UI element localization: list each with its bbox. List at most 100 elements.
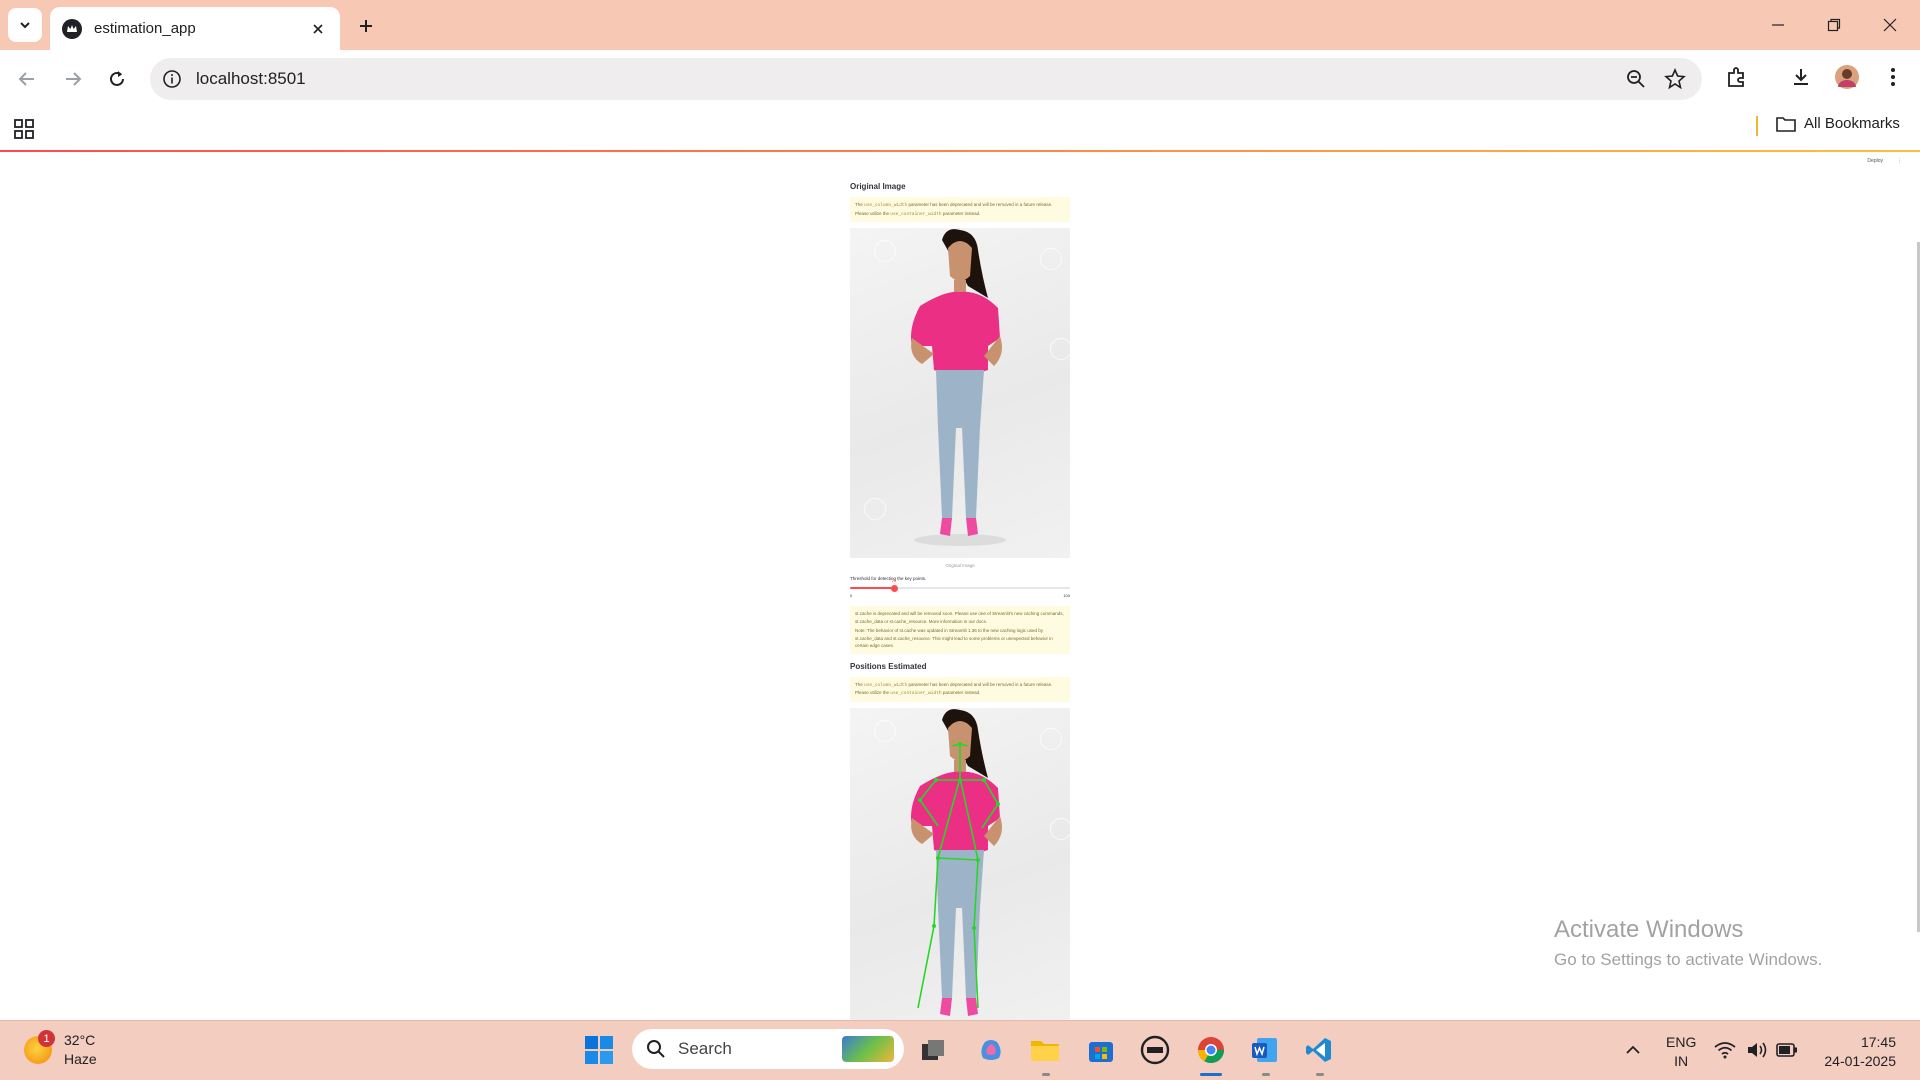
forward-button[interactable] <box>56 62 90 96</box>
reload-icon <box>110 71 124 86</box>
language-code: ENG <box>1666 1034 1697 1050</box>
tab-title: estimation_app <box>94 20 196 37</box>
profile-avatar[interactable] <box>1832 62 1862 92</box>
plus-icon <box>360 20 372 32</box>
search-highlight-image <box>842 1036 894 1062</box>
original-image-heading: Original Image <box>850 182 906 191</box>
battery-button[interactable] <box>1768 1031 1806 1069</box>
threshold-slider[interactable]: 20 <box>850 578 1070 593</box>
active-tab[interactable]: estimation_app <box>50 7 340 50</box>
vscode-button[interactable] <box>1300 1031 1338 1069</box>
windows-start-icon[interactable] <box>584 1035 614 1065</box>
avatar-icon <box>1835 65 1859 89</box>
show-hidden-icons-button[interactable] <box>1614 1031 1652 1069</box>
minimize-icon <box>1772 24 1784 26</box>
chevron-down-icon <box>20 22 30 29</box>
streamlit-header: Deploy ⋮ <box>1867 158 1902 164</box>
main-block: Original Image The use_column_width para… <box>850 152 1070 1020</box>
word-button[interactable] <box>1246 1031 1284 1069</box>
downloads-button[interactable] <box>1786 62 1816 92</box>
clock-time: 17:45 <box>1860 1034 1896 1050</box>
slider-min-label: 0 <box>850 593 853 598</box>
copilot-button[interactable] <box>972 1031 1010 1069</box>
dell-button[interactable] <box>1136 1031 1174 1069</box>
slider-thumb[interactable] <box>890 584 898 592</box>
clock-date: 24-01-2025 <box>1824 1053 1896 1069</box>
address-bar[interactable]: localhost:8501 <box>150 58 1702 100</box>
warning-2-code-2: use_container_width <box>890 691 942 696</box>
windows-taskbar: 1 32°C Haze Search ENG IN 17:45 24-01-20… <box>0 1020 1920 1080</box>
warning-1-code-1: use_column_width <box>864 203 908 208</box>
weather-description: Haze <box>64 1051 97 1067</box>
reload-button[interactable] <box>100 62 134 96</box>
deprecation-warning-1: The use_column_width parameter has been … <box>850 197 1070 222</box>
browser-toolbar: localhost:8501 <box>0 50 1920 108</box>
main-menu-icon[interactable]: ⋮ <box>1897 158 1902 164</box>
weather-sun-icon: 1 <box>24 1030 55 1064</box>
arrow-left-icon <box>18 72 34 86</box>
folder-icon <box>1031 1041 1059 1061</box>
warning-2-pre: The <box>855 681 865 687</box>
close-tab-icon[interactable] <box>308 19 328 39</box>
zoom-icon[interactable] <box>1626 69 1646 89</box>
chrome-button[interactable] <box>1192 1031 1230 1069</box>
system-clock[interactable]: 17:45 24-01-2025 <box>1824 1033 1896 1071</box>
tab-search-button[interactable] <box>8 8 42 42</box>
bookmark-star-icon[interactable] <box>1664 68 1686 90</box>
weather-temperature: 32°C <box>64 1032 96 1048</box>
close-window-button[interactable] <box>1862 0 1918 50</box>
url-text[interactable]: localhost:8501 <box>196 69 306 89</box>
download-icon <box>1794 69 1808 85</box>
deprecation-warning-2: The use_column_width parameter has been … <box>850 676 1070 702</box>
restore-button[interactable] <box>1806 0 1862 50</box>
all-bookmarks-button[interactable]: All Bookmarks <box>1776 115 1900 132</box>
file-explorer-button[interactable] <box>1026 1031 1064 1069</box>
extensions-button[interactable] <box>1722 62 1752 92</box>
task-view-button[interactable] <box>914 1031 952 1069</box>
original-image-caption: Original Image <box>945 563 975 568</box>
folder-icon <box>1776 116 1796 132</box>
close-icon <box>1883 18 1897 32</box>
arrow-right-icon <box>66 72 82 86</box>
warning-2-post: parameter instead. <box>941 690 981 695</box>
activate-windows-subtitle: Go to Settings to activate Windows. <box>1554 950 1823 969</box>
slider-ticks: 0 100 <box>850 593 1070 598</box>
positions-estimated-heading: Positions Estimated <box>850 661 927 671</box>
activate-windows-title: Activate Windows <box>1554 916 1744 943</box>
store-icon <box>1089 1042 1113 1062</box>
store-button[interactable] <box>1082 1031 1120 1069</box>
taskbar-search[interactable]: Search <box>632 1029 904 1069</box>
chevron-up-icon <box>1626 1045 1640 1054</box>
back-button[interactable] <box>10 62 44 96</box>
chrome-icon <box>1197 1037 1225 1064</box>
slider-fill <box>850 587 894 589</box>
weather-widget[interactable]: 1 32°C Haze <box>24 1030 97 1069</box>
site-info-icon[interactable] <box>162 69 182 89</box>
language-indicator[interactable]: ENG IN <box>1666 1033 1696 1071</box>
cache-deprecation-warning: st.cache is deprecated and will be remov… <box>850 606 1070 654</box>
copilot-icon <box>981 1040 1001 1060</box>
puzzle-icon <box>1728 67 1744 87</box>
speaker-icon <box>1748 1042 1767 1058</box>
wifi-icon <box>1714 1042 1736 1059</box>
search-icon <box>647 1040 665 1058</box>
deploy-button[interactable]: Deploy <box>1867 158 1883 164</box>
running-indicator <box>1042 1073 1050 1076</box>
bookmarks-bar: All Bookmarks <box>0 108 1920 150</box>
running-indicator <box>1262 1073 1270 1076</box>
cache-warning-line-1: st.cache is deprecated and will be remov… <box>855 611 1064 624</box>
menu-button[interactable] <box>1878 62 1908 92</box>
kebab-menu-icon <box>1891 68 1895 86</box>
new-tab-button[interactable] <box>352 12 380 40</box>
dell-icon <box>1140 1035 1170 1065</box>
all-bookmarks-label: All Bookmarks <box>1804 115 1900 132</box>
cache-warning-line-2: Note: The behavior of st.cache was updat… <box>855 628 1053 648</box>
person-figure <box>911 229 1006 546</box>
slider-value-label: 20 <box>891 578 897 583</box>
apps-grid-icon[interactable] <box>13 118 35 140</box>
task-view-icon <box>922 1040 944 1060</box>
warning-2-code-1: use_column_width <box>864 682 908 688</box>
activate-windows-watermark: Activate Windows Go to Settings to activ… <box>1554 916 1822 970</box>
minimize-button[interactable] <box>1750 0 1806 50</box>
slider-max-label: 100 <box>1063 593 1070 598</box>
